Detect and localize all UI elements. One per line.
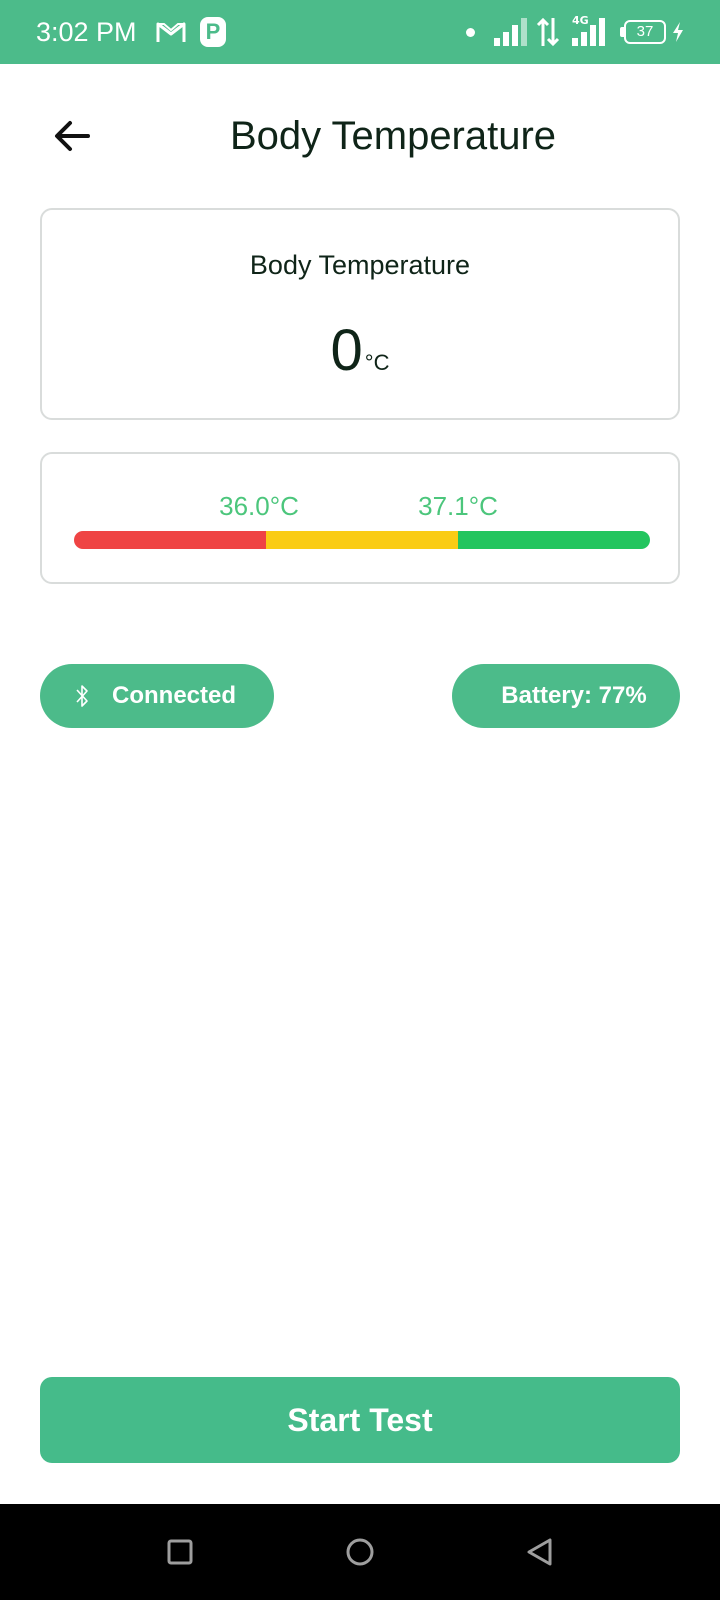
temperature-range-bar	[74, 531, 650, 549]
status-time: 3:02 PM	[36, 17, 137, 47]
connection-status-badge[interactable]: Connected	[40, 664, 274, 728]
system-nav-bar	[0, 1504, 720, 1600]
dot-icon	[466, 28, 475, 37]
temperature-reading-card: Body Temperature 0°C	[40, 208, 680, 420]
start-test-button[interactable]: Start Test	[40, 1377, 680, 1463]
page-title: Body Temperature	[229, 114, 557, 158]
data-arrows-icon	[536, 17, 560, 47]
range-segment-normal	[457, 531, 650, 549]
range-segment-mid	[265, 531, 458, 549]
signal-4g-icon: 4G	[572, 14, 605, 46]
threshold-high-label: 37.1°C	[418, 491, 498, 521]
device-battery-badge: Battery: 77%	[452, 664, 680, 728]
gmail-icon	[156, 22, 186, 42]
signal-icon	[494, 18, 527, 46]
arrow-left-icon	[55, 121, 90, 151]
p-notification-icon: P	[200, 17, 226, 47]
reading-value-group: 0°C	[42, 318, 678, 384]
connection-status-label: Connected	[112, 682, 237, 709]
battery-level: 37	[624, 20, 666, 44]
reading-label: Body Temperature	[249, 250, 471, 280]
threshold-low-label: 36.0°C	[219, 491, 299, 521]
status-bar: 3:02 PM P 4G 37	[0, 0, 720, 64]
back-triangle-icon[interactable]	[525, 1537, 555, 1567]
back-button[interactable]	[48, 112, 96, 160]
temperature-unit: °C	[364, 350, 390, 375]
svg-text:4G: 4G	[572, 14, 589, 27]
home-circle-icon[interactable]	[345, 1537, 375, 1567]
recents-square-icon[interactable]	[165, 1537, 195, 1567]
temperature-value: 0	[330, 318, 363, 383]
charging-bolt-icon	[673, 22, 683, 42]
temperature-range-card: 36.0°C 37.1°C	[40, 452, 680, 584]
battery-icon: 37	[620, 20, 670, 44]
bluetooth-icon	[76, 685, 88, 707]
range-segment-low	[74, 531, 266, 549]
